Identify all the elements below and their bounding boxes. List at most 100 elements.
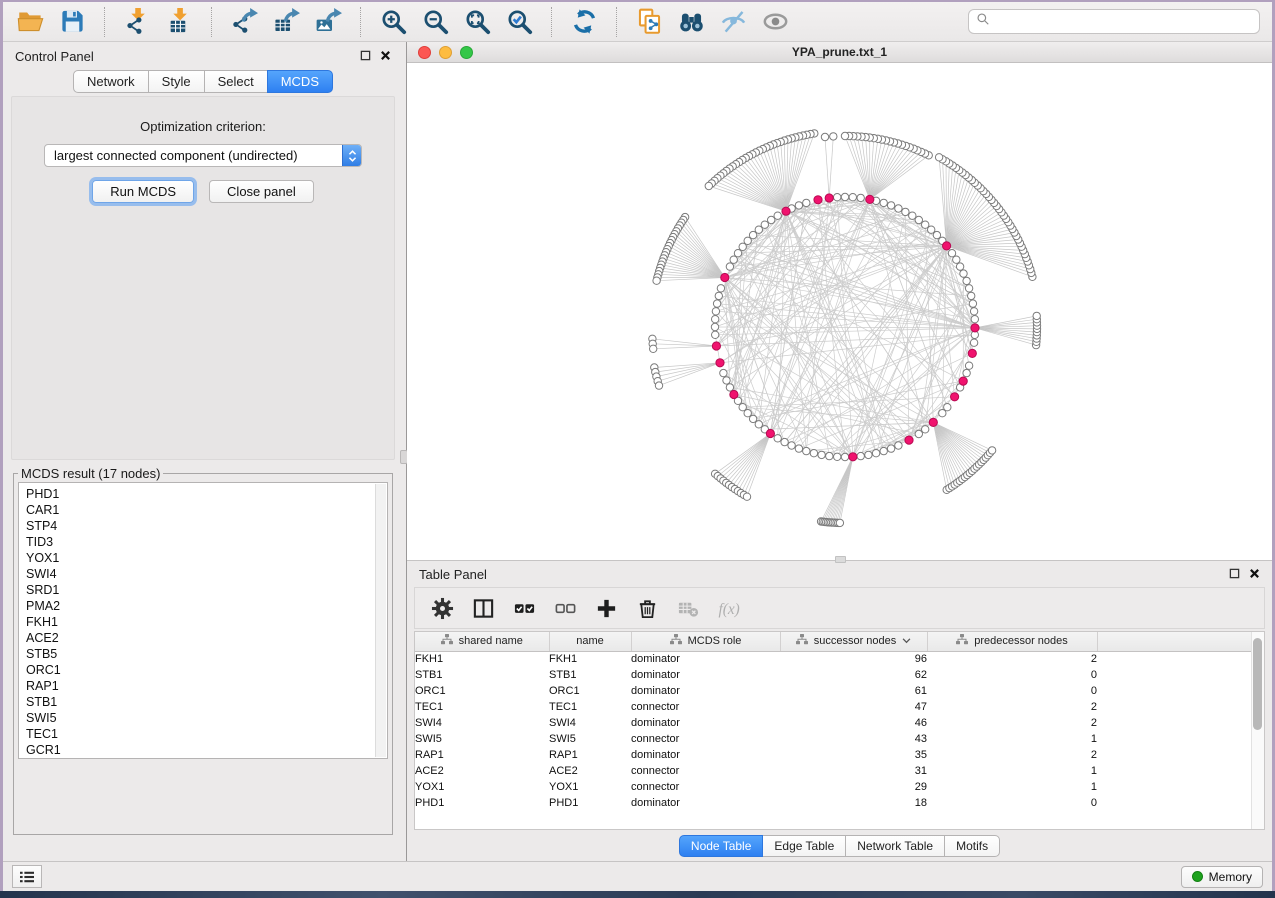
table-cell[interactable]: PHD1 [415, 795, 549, 811]
zoom-fit-icon[interactable] [462, 7, 492, 37]
table-row[interactable]: STB1STB1dominator620 [415, 667, 1251, 683]
table-cell[interactable]: 29 [780, 779, 927, 795]
tab-network[interactable]: Network [73, 70, 149, 93]
mcds-result-item[interactable]: PHD1 [26, 486, 373, 502]
memory-button[interactable]: Memory [1181, 866, 1263, 888]
table-cell[interactable]: RAP1 [415, 747, 549, 763]
table-cell[interactable]: 1 [927, 779, 1097, 795]
add-column-icon[interactable] [594, 596, 618, 620]
table-cell[interactable]: TEC1 [415, 699, 549, 715]
table-cell[interactable]: STB1 [549, 667, 631, 683]
table-cell[interactable]: connector [631, 763, 780, 779]
delete-table-icon[interactable] [676, 596, 700, 620]
table-row[interactable]: YOX1YOX1connector291 [415, 779, 1251, 795]
column-header[interactable]: name [549, 632, 631, 651]
network-canvas[interactable] [407, 63, 1272, 560]
table-cell[interactable]: dominator [631, 651, 780, 667]
table-cell[interactable]: 96 [780, 651, 927, 667]
mcds-result-item[interactable]: PMA2 [26, 598, 373, 614]
table-cell[interactable]: 1 [927, 731, 1097, 747]
minimize-window-icon[interactable] [439, 46, 452, 59]
table-cell[interactable]: ORC1 [549, 683, 631, 699]
table-cell[interactable]: 0 [927, 667, 1097, 683]
table-cell[interactable]: dominator [631, 747, 780, 763]
table-cell[interactable]: connector [631, 779, 780, 795]
table-row[interactable]: SWI5SWI5connector431 [415, 731, 1251, 747]
mcds-result-item[interactable]: STB1 [26, 694, 373, 710]
search-input[interactable] [995, 14, 1252, 30]
mcds-result-item[interactable]: FKH1 [26, 614, 373, 630]
show-all-icon[interactable] [760, 7, 790, 37]
table-cell[interactable]: dominator [631, 683, 780, 699]
refresh-layout-icon[interactable] [569, 7, 599, 37]
tab-node-table[interactable]: Node Table [679, 835, 764, 857]
hide-selected-icon[interactable] [718, 7, 748, 37]
table-cell[interactable]: 47 [780, 699, 927, 715]
task-history-button[interactable] [12, 865, 42, 888]
table-row[interactable]: SWI4SWI4dominator462 [415, 715, 1251, 731]
table-cell[interactable]: 2 [927, 747, 1097, 763]
table-cell[interactable]: 31 [780, 763, 927, 779]
table-cell[interactable]: TEC1 [549, 699, 631, 715]
mcds-result-item[interactable]: SWI4 [26, 566, 373, 582]
float-panel-icon[interactable] [360, 49, 371, 64]
table-cell[interactable]: FKH1 [549, 651, 631, 667]
network-graph-svg[interactable] [407, 63, 1273, 559]
search-box[interactable] [968, 9, 1260, 34]
settings-gear-icon[interactable] [430, 596, 454, 620]
column-header[interactable]: successor nodes [780, 632, 927, 651]
column-header[interactable]: shared name [415, 632, 549, 651]
table-cell[interactable]: connector [631, 731, 780, 747]
column-header[interactable]: MCDS role [631, 632, 780, 651]
import-table-icon[interactable] [164, 7, 194, 37]
mcds-result-item[interactable]: SWI5 [26, 710, 373, 726]
mcds-result-item[interactable]: YOX1 [26, 550, 373, 566]
table-cell[interactable]: RAP1 [549, 747, 631, 763]
table-cell[interactable]: 2 [927, 651, 1097, 667]
zoom-out-icon[interactable] [420, 7, 450, 37]
mcds-result-list[interactable]: PHD1CAR1STP4TID3YOX1SWI4SRD1PMA2FKH1ACE2… [18, 482, 388, 759]
table-cell[interactable]: 43 [780, 731, 927, 747]
table-cell[interactable]: connector [631, 699, 780, 715]
mcds-result-item[interactable]: CAR1 [26, 502, 373, 518]
mcds-result-item[interactable]: ORC1 [26, 662, 373, 678]
zoom-selected-icon[interactable] [504, 7, 534, 37]
table-cell[interactable]: YOX1 [549, 779, 631, 795]
open-file-icon[interactable] [15, 7, 45, 37]
mcds-result-item[interactable]: STB5 [26, 646, 373, 662]
zoom-in-icon[interactable] [378, 7, 408, 37]
table-row[interactable]: TEC1TEC1connector472 [415, 699, 1251, 715]
table-cell[interactable]: dominator [631, 795, 780, 811]
table-cell[interactable]: 35 [780, 747, 927, 763]
table-cell[interactable]: YOX1 [415, 779, 549, 795]
horizontal-splitter-grip[interactable] [835, 556, 846, 563]
float-table-panel-icon[interactable] [1229, 567, 1240, 582]
mcds-result-item[interactable]: TID3 [26, 534, 373, 550]
tab-style[interactable]: Style [148, 70, 205, 93]
deselect-all-icon[interactable] [553, 596, 577, 620]
tab-network-table[interactable]: Network Table [845, 835, 945, 857]
export-image-icon[interactable] [313, 7, 343, 37]
table-cell[interactable]: 61 [780, 683, 927, 699]
table-cell[interactable]: 18 [780, 795, 927, 811]
table-cell[interactable]: 1 [927, 763, 1097, 779]
import-network-icon[interactable] [122, 7, 152, 37]
mcds-result-item[interactable]: GCR1 [26, 742, 373, 758]
table-row[interactable]: FKH1FKH1dominator962 [415, 651, 1251, 667]
tab-edge-table[interactable]: Edge Table [762, 835, 846, 857]
node-table[interactable]: shared namenameMCDS rolesuccessor nodesp… [415, 632, 1251, 811]
table-scrollbar-thumb[interactable] [1253, 638, 1262, 730]
mcds-list-scrollbar[interactable] [375, 484, 386, 757]
table-cell[interactable]: SWI5 [415, 731, 549, 747]
table-cell[interactable]: 0 [927, 795, 1097, 811]
criterion-dropdown[interactable]: largest connected component (undirected) [44, 144, 362, 167]
table-cell[interactable]: STB1 [415, 667, 549, 683]
mcds-result-item[interactable]: STP4 [26, 518, 373, 534]
maximize-window-icon[interactable] [460, 46, 473, 59]
export-table-icon[interactable] [271, 7, 301, 37]
close-panel-icon[interactable] [380, 49, 391, 64]
mcds-result-item[interactable]: TEC1 [26, 726, 373, 742]
mcds-result-item[interactable]: ACE2 [26, 630, 373, 646]
table-cell[interactable]: SWI4 [415, 715, 549, 731]
mcds-result-item[interactable]: SRD1 [26, 582, 373, 598]
